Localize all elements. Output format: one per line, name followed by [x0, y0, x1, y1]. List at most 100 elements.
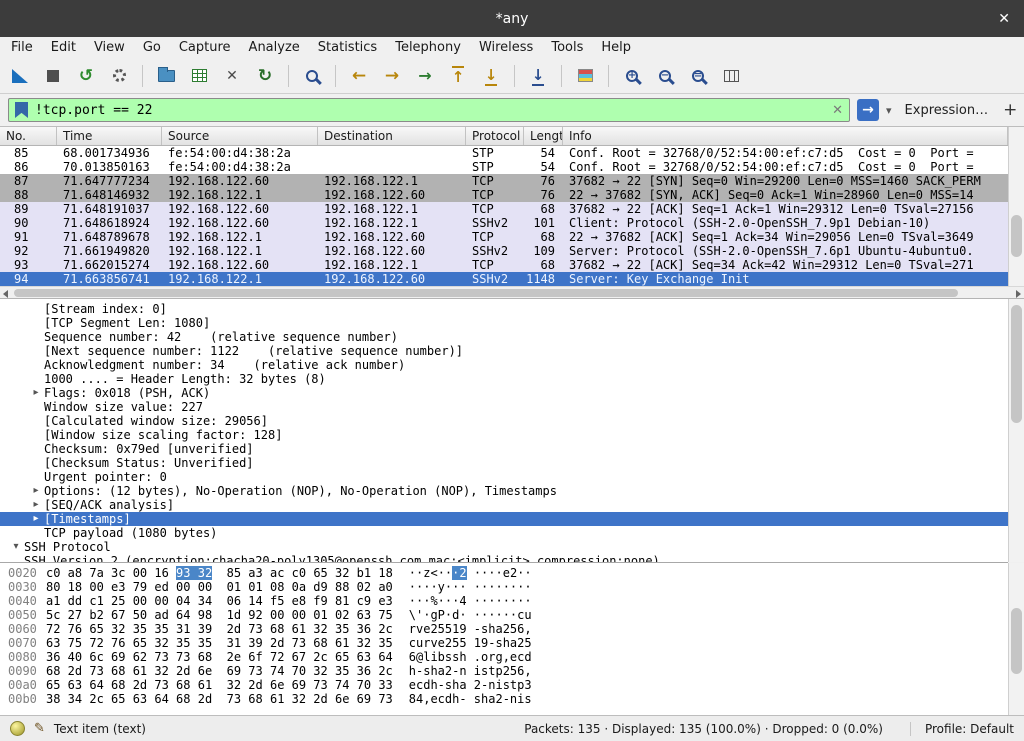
scrollbar-thumb[interactable] [1011, 608, 1022, 674]
scroll-right-icon[interactable] [1016, 290, 1021, 298]
filter-input[interactable] [35, 103, 825, 118]
zoom-100-button[interactable] [684, 62, 712, 90]
menu-analyze[interactable]: Analyze [240, 37, 309, 58]
capture-options-button[interactable] [105, 62, 133, 90]
bookmark-icon[interactable] [15, 102, 28, 118]
packet-row-88[interactable]: 8871.648146932192.168.122.1192.168.122.6… [0, 188, 1008, 202]
expander-collapsed-icon[interactable]: ▸ [28, 512, 44, 526]
scrollbar-thumb[interactable] [1011, 215, 1022, 257]
start-capture-button[interactable] [6, 62, 34, 90]
expander-collapsed-icon[interactable]: ▸ [28, 386, 44, 400]
expression-button[interactable]: Expression… [905, 103, 989, 118]
add-filter-button[interactable]: + [995, 100, 1024, 120]
hex-row-0080[interactable]: 008036 40 6c 69 62 73 73 68 2e 6f 72 67 … [0, 650, 1008, 664]
expert-info-icon[interactable] [10, 721, 25, 736]
packet-row-93[interactable]: 9371.662015274192.168.122.60192.168.122.… [0, 258, 1008, 272]
detail-line[interactable]: ▸[SEQ/ACK analysis] [0, 498, 1008, 512]
column-header-no[interactable]: No. [0, 127, 57, 145]
hex-vscrollbar[interactable] [1008, 563, 1024, 715]
scrollbar-thumb[interactable] [1011, 305, 1022, 423]
packet-row-94[interactable]: 9471.663856741192.168.122.1192.168.122.6… [0, 272, 1008, 286]
menu-go[interactable]: Go [134, 37, 170, 58]
packet-row-86[interactable]: 8670.013850163fe:54:00:d4:38:2aSTP54Conf… [0, 160, 1008, 174]
open-file-button[interactable] [152, 62, 180, 90]
clear-filter-icon[interactable]: ✕ [832, 103, 843, 118]
reload-button[interactable] [251, 62, 279, 90]
hex-row-00b0[interactable]: 00b038 34 2c 65 63 64 68 2d 73 68 61 32 … [0, 692, 1008, 706]
packet-row-87[interactable]: 8771.647777234192.168.122.60192.168.122.… [0, 174, 1008, 188]
expander-expanded-icon[interactable]: ▾ [8, 540, 24, 554]
zoom-in-button[interactable] [618, 62, 646, 90]
packet-row-89[interactable]: 8971.648191037192.168.122.60192.168.122.… [0, 202, 1008, 216]
close-icon[interactable]: ✕ [998, 11, 1010, 27]
details-vscrollbar[interactable] [1008, 299, 1024, 562]
detail-line[interactable]: Urgent pointer: 0 [0, 470, 1008, 484]
menu-file[interactable]: File [2, 37, 42, 58]
hex-row-0050[interactable]: 00505c 27 b2 67 50 ad 64 98 1d 92 00 00 … [0, 608, 1008, 622]
detail-line[interactable]: Checksum: 0x79ed [unverified] [0, 442, 1008, 456]
detail-line[interactable]: ▸Options: (12 bytes), No-Operation (NOP)… [0, 484, 1008, 498]
packet-row-85[interactable]: 8568.001734936fe:54:00:d4:38:2aSTP54Conf… [0, 146, 1008, 160]
filter-dropdown-icon[interactable]: ▾ [886, 104, 892, 117]
expander-collapsed-icon[interactable]: ▸ [28, 484, 44, 498]
detail-line[interactable]: ▸Flags: 0x018 (PSH, ACK) [0, 386, 1008, 400]
go-last-button[interactable] [477, 62, 505, 90]
detail-line[interactable]: ▾SSH Protocol [0, 540, 1008, 554]
detail-line[interactable]: Window size value: 227 [0, 400, 1008, 414]
hex-row-00a0[interactable]: 00a065 63 64 68 2d 73 68 61 32 2d 6e 69 … [0, 678, 1008, 692]
restart-capture-button[interactable] [72, 62, 100, 90]
detail-line[interactable]: [TCP Segment Len: 1080] [0, 316, 1008, 330]
detail-line[interactable]: 1000 .... = Header Length: 32 bytes (8) [0, 372, 1008, 386]
packet-row-91[interactable]: 9171.648789678192.168.122.1192.168.122.6… [0, 230, 1008, 244]
auto-scroll-button[interactable] [524, 62, 552, 90]
hex-row-0020[interactable]: 0020c0 a8 7a 3c 00 16 93 32 85 a3 ac c0 … [0, 566, 1008, 580]
go-to-packet-button[interactable] [411, 62, 439, 90]
detail-line[interactable]: TCP payload (1080 bytes) [0, 526, 1008, 540]
colorize-button[interactable] [571, 62, 599, 90]
detail-line[interactable]: [Stream index: 0] [0, 302, 1008, 316]
find-packet-button[interactable] [298, 62, 326, 90]
titlebar[interactable]: *any ✕ [0, 0, 1024, 37]
stop-capture-button[interactable] [39, 62, 67, 90]
filter-field[interactable]: ✕ [8, 98, 850, 122]
detail-line[interactable]: ▸[Timestamps] [0, 512, 1008, 526]
column-header-protocol[interactable]: Protocol [466, 127, 524, 145]
detail-line[interactable]: [Checksum Status: Unverified] [0, 456, 1008, 470]
column-header-source[interactable]: Source [162, 127, 318, 145]
menu-view[interactable]: View [85, 37, 134, 58]
zoom-out-button[interactable] [651, 62, 679, 90]
column-header-info[interactable]: Info [563, 127, 1008, 145]
go-first-button[interactable] [444, 62, 472, 90]
go-forward-button[interactable] [378, 62, 406, 90]
menu-edit[interactable]: Edit [42, 37, 85, 58]
menu-help[interactable]: Help [592, 37, 640, 58]
close-file-button[interactable] [218, 62, 246, 90]
menu-tools[interactable]: Tools [542, 37, 592, 58]
hex-row-0030[interactable]: 003080 18 00 e3 79 ed 00 00 01 01 08 0a … [0, 580, 1008, 594]
menu-telephony[interactable]: Telephony [386, 37, 470, 58]
detail-line[interactable]: [Next sequence number: 1122 (relative se… [0, 344, 1008, 358]
hex-row-0060[interactable]: 006072 76 65 32 35 35 31 39 2d 73 68 61 … [0, 622, 1008, 636]
scroll-left-icon[interactable] [3, 290, 8, 298]
detail-line[interactable]: SSH Version 2 (encryption:chacha20-poly1… [0, 554, 1008, 562]
detail-line[interactable]: [Window size scaling factor: 128] [0, 428, 1008, 442]
column-header-time[interactable]: Time [57, 127, 162, 145]
column-header-destination[interactable]: Destination [318, 127, 466, 145]
statusbar-profile[interactable]: Profile: Default [910, 722, 1014, 736]
menu-capture[interactable]: Capture [170, 37, 240, 58]
detail-line[interactable]: Sequence number: 42 (relative sequence n… [0, 330, 1008, 344]
save-file-button[interactable] [185, 62, 213, 90]
packet-row-92[interactable]: 9271.661949820192.168.122.1192.168.122.6… [0, 244, 1008, 258]
resize-columns-button[interactable] [717, 62, 745, 90]
expander-collapsed-icon[interactable]: ▸ [28, 498, 44, 512]
packet-list-hscrollbar[interactable] [0, 286, 1024, 299]
hex-row-0040[interactable]: 0040a1 dd c1 25 00 00 04 34 06 14 f5 e8 … [0, 594, 1008, 608]
menu-statistics[interactable]: Statistics [309, 37, 386, 58]
column-header-length[interactable]: Length [524, 127, 563, 145]
detail-line[interactable]: [Calculated window size: 29056] [0, 414, 1008, 428]
apply-filter-button[interactable]: → [857, 99, 879, 121]
packet-row-90[interactable]: 9071.648618924192.168.122.60192.168.122.… [0, 216, 1008, 230]
capture-comment-icon[interactable] [34, 721, 45, 736]
packet-list-vscrollbar[interactable] [1008, 127, 1024, 286]
detail-line[interactable]: Acknowledgment number: 34 (relative ack … [0, 358, 1008, 372]
